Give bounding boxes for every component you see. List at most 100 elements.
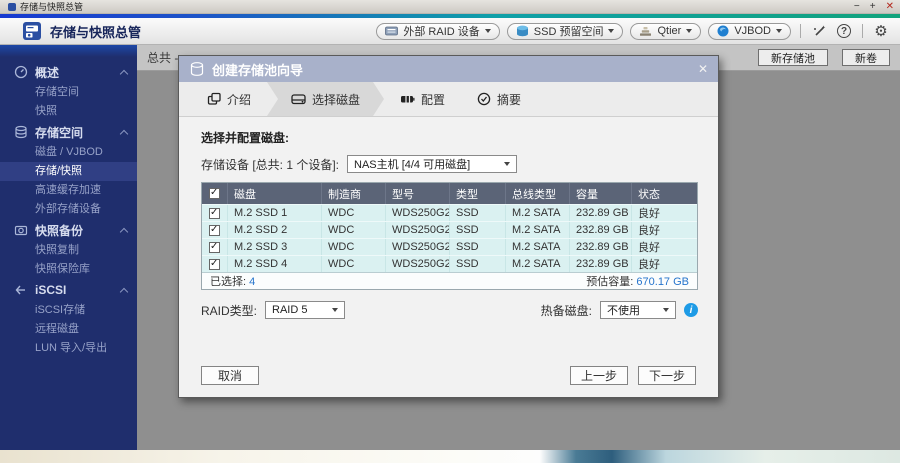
wizard-step-select-disks[interactable]: 选择磁盘 — [267, 82, 384, 116]
hot-spare-select[interactable]: 不使用 — [600, 301, 676, 319]
step-label: 摘要 — [497, 92, 522, 107]
sidebar-group-label: 快照备份 — [35, 223, 84, 238]
chevron-up-icon — [119, 287, 129, 296]
raid-type-select[interactable]: RAID 5 — [265, 301, 346, 319]
col-model[interactable]: 型号 — [386, 183, 450, 204]
qtier-icon — [640, 26, 652, 36]
cancel-button[interactable]: 取消 — [201, 366, 259, 385]
window-close-button[interactable]: ✕ — [886, 1, 894, 13]
sidebar-item-snapshot-vault[interactable]: 快照保险库 — [0, 260, 137, 279]
sidebar-group-label: 概述 — [35, 65, 60, 80]
col-disk[interactable]: 磁盘 — [228, 183, 322, 204]
table-row[interactable]: M.2 SSD 1 WDC WDS250G2... SSD M.2 SATA 2… — [202, 204, 697, 221]
disk-table-footer: 已选择: 4 预估容量: 670.17 GB — [202, 272, 697, 289]
cell-model: WDS250G2... — [386, 256, 450, 272]
sidebar-item-lun-import-export[interactable]: LUN 导入/导出 — [0, 339, 137, 358]
wand-recovery-button[interactable] — [810, 22, 828, 40]
back-button[interactable]: 上一步 — [569, 366, 628, 385]
dialog-close-button[interactable]: ✕ — [698, 62, 708, 76]
cell-model: WDS250G2... — [386, 222, 450, 238]
hot-spare-value: 不使用 — [607, 305, 640, 317]
window-tab-title[interactable]: 存储与快照总管 — [20, 0, 83, 13]
col-bus-type[interactable]: 总线类型 — [506, 183, 570, 204]
help-icon: ? — [837, 24, 851, 38]
cell-capacity: 232.89 GB — [570, 205, 632, 221]
new-storage-pool-button[interactable]: 新存储池 — [758, 49, 828, 66]
col-type[interactable]: 类型 — [450, 183, 506, 204]
hot-spare-label: 热备磁盘: — [540, 303, 592, 318]
app-title: 存储与快照总管 — [50, 24, 142, 40]
selected-label: 已选择: — [210, 276, 247, 288]
info-icon[interactable]: i — [684, 303, 698, 317]
toolbar-separator — [862, 24, 863, 38]
dialog-titlebar[interactable]: 创建存储池向导 ✕ — [179, 56, 718, 82]
table-row[interactable]: M.2 SSD 2 WDC WDS250G2... SSD M.2 SATA 2… — [202, 221, 697, 238]
wizard-step-configure[interactable]: 配置 — [384, 82, 461, 116]
disks-icon — [15, 125, 27, 139]
storage-device-label: 存储设备 [总共: 1 个设备]: — [201, 157, 340, 172]
col-status[interactable]: 状态 — [632, 183, 697, 204]
sidebar-group-overview[interactable]: 概述 — [0, 61, 137, 83]
wizard-step-intro[interactable]: 介绍 — [191, 82, 267, 116]
row-checkbox[interactable] — [209, 258, 220, 270]
chevron-down-icon — [776, 29, 782, 33]
wand-icon — [813, 25, 825, 36]
sidebar-group-label: iSCSI — [35, 283, 67, 297]
disk-table-header: 磁盘 制造商 型号 类型 总线类型 容量 状态 — [202, 183, 697, 204]
minimize-button[interactable]: − — [854, 1, 860, 13]
cell-disk: M.2 SSD 1 — [228, 205, 322, 221]
external-raid-device-icon — [385, 26, 399, 35]
step-label: 选择磁盘 — [312, 92, 361, 107]
wizard-steps: 介绍 选择磁盘 配置 摘要 — [179, 82, 718, 117]
sidebar-item-snapshot[interactable]: 快照 — [0, 102, 137, 121]
sidebar-item-disk-vjbod[interactable]: 磁盘 / VJBOD — [0, 143, 137, 162]
qtier-button[interactable]: Qtier — [630, 22, 702, 40]
cell-model: WDS250G2... — [386, 205, 450, 221]
camera-icon — [14, 225, 28, 236]
settings-button[interactable]: ⚙ — [872, 22, 890, 40]
wizard-step-summary[interactable]: 摘要 — [461, 82, 537, 116]
sidebar-item-iscsi-storage[interactable]: iSCSI存储 — [0, 301, 137, 320]
total-summary-text: 总共 - — [147, 51, 179, 65]
row-checkbox[interactable] — [209, 224, 220, 236]
sidebar-group-storage[interactable]: 存储空间 — [0, 121, 137, 143]
sidebar-group-snapshot-backup[interactable]: 快照备份 — [0, 219, 137, 241]
cell-bus-type: M.2 SATA — [506, 222, 570, 238]
select-all-checkbox[interactable] — [209, 187, 220, 199]
sidebar-item-external-storage[interactable]: 外部存储设备 — [0, 200, 137, 219]
chevron-up-icon — [119, 69, 129, 78]
vjbod-icon — [717, 25, 729, 37]
next-button[interactable]: 下一步 — [637, 366, 696, 385]
maximize-button[interactable]: + — [870, 1, 876, 13]
new-volume-button[interactable]: 新卷 — [842, 49, 890, 66]
cell-status: 良好 — [638, 225, 660, 237]
sidebar-item-snapshot-replica[interactable]: 快照复制 — [0, 241, 137, 260]
table-row[interactable]: M.2 SSD 3 WDC WDS250G2... SSD M.2 SATA 2… — [202, 238, 697, 255]
cell-bus-type: M.2 SATA — [506, 239, 570, 255]
row-checkbox[interactable] — [209, 241, 220, 253]
row-checkbox[interactable] — [209, 207, 220, 219]
cell-status: 良好 — [638, 242, 660, 254]
dialog-title: 创建存储池向导 — [212, 62, 304, 78]
vjbod-button[interactable]: VJBOD — [708, 22, 791, 40]
help-button[interactable]: ? — [835, 22, 853, 40]
col-capacity[interactable]: 容量 — [570, 183, 632, 204]
ssd-overprovisioning-button[interactable]: SSD 预留空间 — [506, 22, 624, 40]
chevron-up-icon — [119, 227, 129, 236]
storage-device-select[interactable]: NAS主机 [4/4 可用磁盘] — [347, 155, 518, 173]
create-storage-pool-dialog: 创建存储池向导 ✕ 介绍 选择磁盘 配置 摘要 选择并配置磁盘: 存储设备 [总… — [178, 55, 719, 398]
sidebar-group-iscsi[interactable]: iSCSI — [0, 279, 137, 301]
dialog-footer: 取消 上一步 下一步 — [201, 366, 696, 385]
sidebar-item-storage-space[interactable]: 存储空间 — [0, 83, 137, 102]
disk-table: 磁盘 制造商 型号 类型 总线类型 容量 状态 M.2 SSD 1 WDC WD… — [201, 182, 698, 290]
table-row[interactable]: M.2 SSD 4 WDC WDS250G2... SSD M.2 SATA 2… — [202, 255, 697, 272]
col-manufacturer[interactable]: 制造商 — [322, 183, 386, 204]
sidebar-item-remote-disk[interactable]: 远程磁盘 — [0, 320, 137, 339]
check-circle-icon — [477, 92, 491, 106]
external-raid-device-label: 外部 RAID 设备 — [403, 26, 480, 38]
sidebar-item-storage-snapshot[interactable]: 存储/快照 — [0, 162, 137, 181]
chevron-down-icon — [686, 29, 693, 33]
external-raid-device-button[interactable]: 外部 RAID 设备 — [376, 22, 500, 40]
intro-icon — [207, 92, 221, 105]
sidebar-item-cache-acceleration[interactable]: 高速缓存加速 — [0, 181, 137, 200]
